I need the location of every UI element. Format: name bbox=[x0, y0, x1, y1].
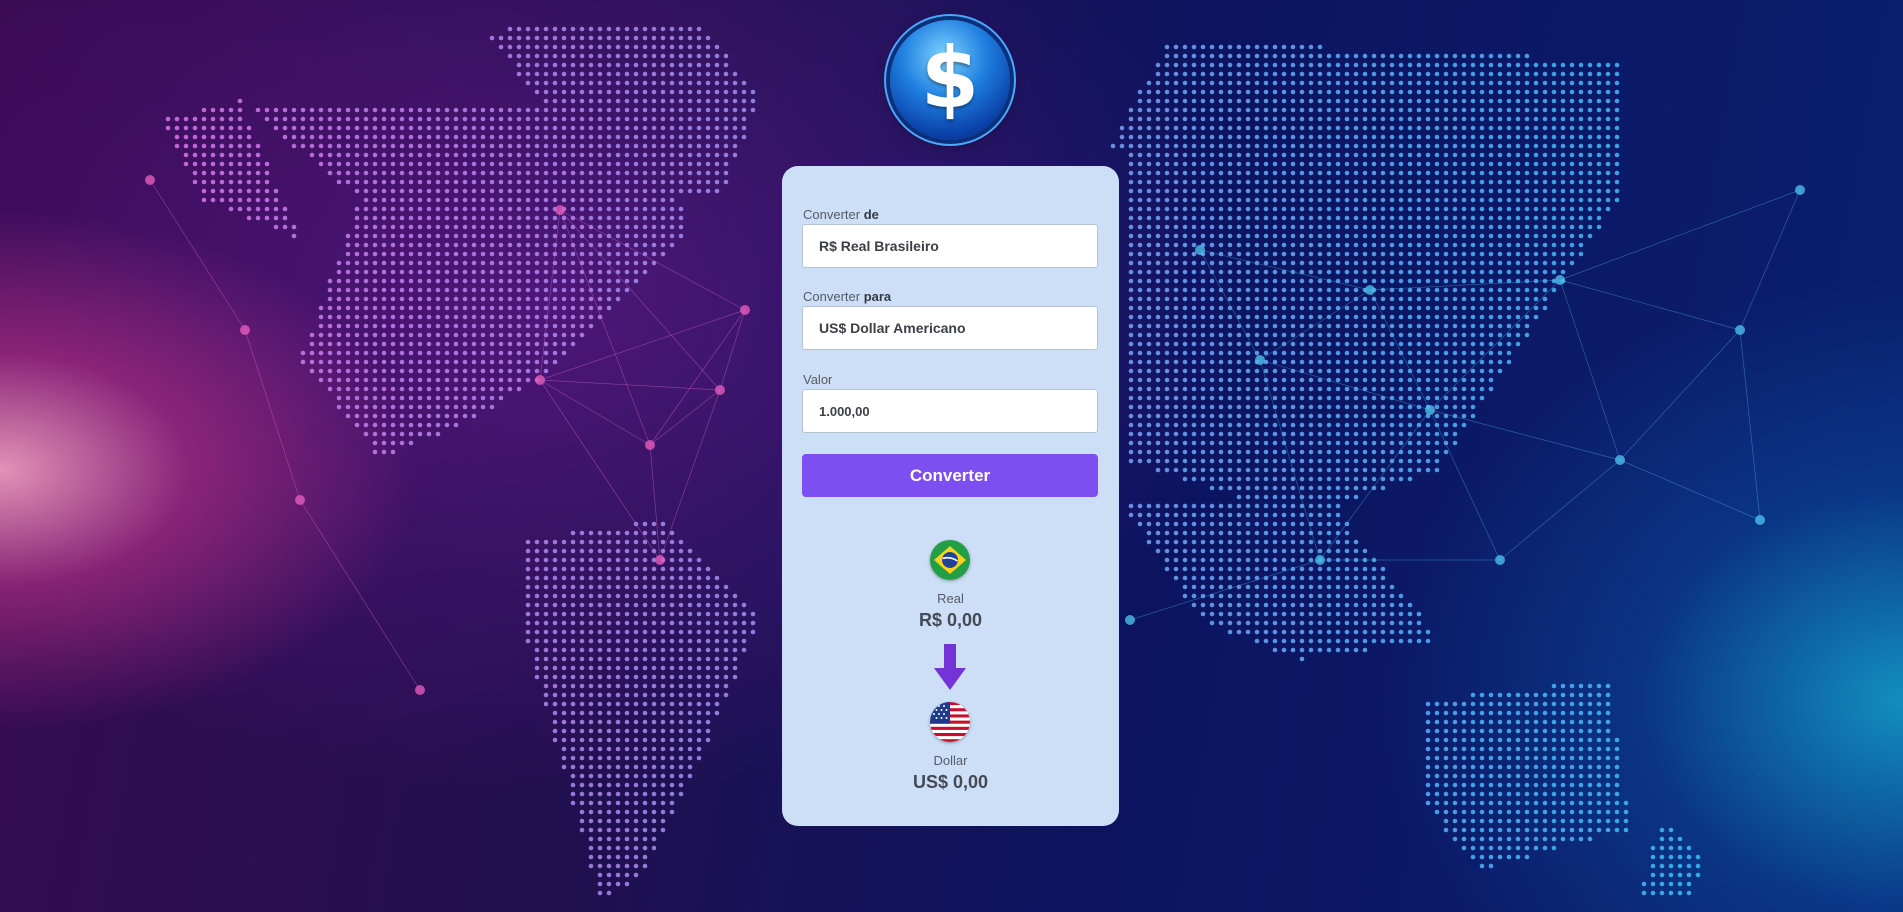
to-label: Converter para bbox=[803, 289, 892, 304]
brazil-flag-icon bbox=[930, 540, 970, 580]
to-currency-select[interactable]: US$ Dollar Americano bbox=[802, 306, 1098, 350]
target-currency-value: US$ 0,00 bbox=[912, 772, 989, 792]
converter-card: Converter de R$ Real Brasileiro Converte… bbox=[782, 166, 1119, 826]
from-currency-select[interactable]: R$ Real Brasileiro bbox=[802, 224, 1098, 268]
arrow-down-icon bbox=[934, 644, 966, 690]
dollar-logo-icon: $ bbox=[890, 20, 1010, 140]
source-currency-value: R$ 0,00 bbox=[918, 610, 983, 630]
target-currency-name: Dollar bbox=[933, 753, 968, 768]
amount-input[interactable]: 1.000,00 bbox=[802, 389, 1098, 433]
usa-flag-icon bbox=[930, 702, 970, 742]
amount-label: Valor bbox=[803, 372, 833, 387]
from-label: Converter de bbox=[803, 207, 879, 222]
convert-button[interactable]: Converter bbox=[802, 454, 1098, 497]
source-currency-name: Real bbox=[937, 591, 964, 606]
